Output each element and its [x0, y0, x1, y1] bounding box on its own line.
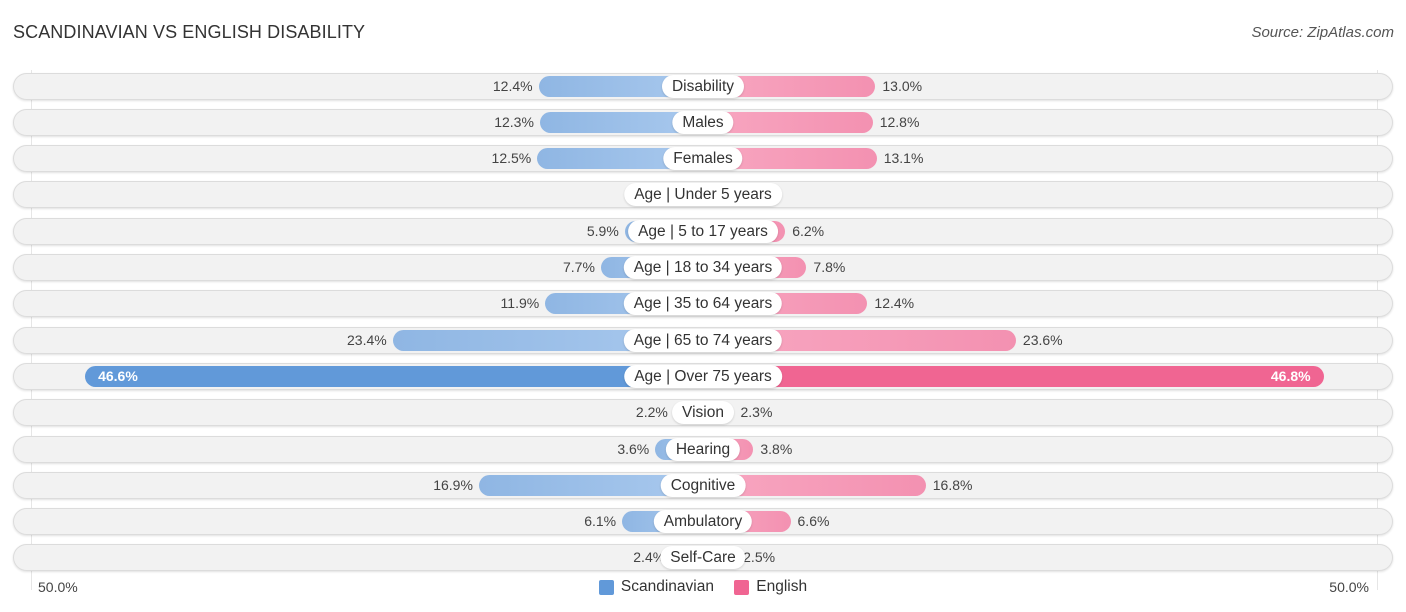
chart-area: 12.4% 13.0% Disability 12.3% 12.8% Males 12.5%… — [0, 0, 1406, 612]
value-label-english: 13.1% — [883, 150, 924, 167]
value-label-english: 12.8% — [879, 113, 920, 130]
value-label-scandinavian: 46.6% — [98, 367, 138, 384]
value-label-scandinavian: 7.7% — [562, 259, 595, 275]
value-label-english: 6.2% — [792, 222, 825, 239]
legend-label-english: English — [756, 578, 808, 595]
value-label-scandinavian: 12.5% — [491, 150, 532, 167]
category-label: Age | 35 to 64 years — [623, 292, 783, 316]
category-label: Self-Care — [660, 546, 746, 570]
category-label: Females — [663, 147, 743, 171]
value-label-english: 12.4% — [874, 295, 915, 312]
value-label-english: 6.6% — [797, 513, 830, 530]
value-label-scandinavian: 11.9% — [500, 295, 540, 312]
value-label-scandinavian: 23.4% — [347, 331, 387, 348]
category-label: Age | 65 to 74 years — [623, 328, 783, 352]
category-label: Age | Over 75 years — [624, 364, 782, 388]
legend-label-scandinavian: Scandinavian — [620, 578, 714, 595]
value-label-english: 3.8% — [760, 440, 793, 457]
bar-scandinavian[interactable] — [85, 365, 703, 387]
value-label-scandinavian: 3.6% — [617, 440, 650, 457]
legend-swatch-scandinavian — [598, 579, 614, 595]
bar-english[interactable] — [703, 365, 1324, 387]
value-label-scandinavian: 12.3% — [494, 113, 534, 130]
legend-item-scandinavian[interactable]: Scandinavian — [598, 578, 714, 596]
legend-item-english[interactable]: English — [734, 578, 807, 596]
value-label-english: 2.3% — [740, 404, 773, 421]
category-label: Age | 5 to 17 years — [628, 219, 778, 243]
value-label-english: 13.0% — [882, 77, 923, 94]
category-label: Age | 18 to 34 years — [623, 256, 783, 279]
category-label: Cognitive — [660, 473, 746, 497]
value-label-english: 46.8% — [1270, 367, 1311, 384]
value-label-scandinavian: 2.2% — [635, 404, 668, 421]
category-label: Males — [672, 110, 734, 134]
category-label: Age | Under 5 years — [624, 183, 782, 207]
category-label: Ambulatory — [653, 510, 753, 534]
value-label-english: 23.6% — [1022, 331, 1063, 348]
value-label-scandinavian: 16.9% — [433, 476, 473, 493]
value-label-scandinavian: 12.4% — [492, 77, 533, 94]
category-label: Hearing — [665, 437, 741, 461]
value-label-english: 7.8% — [813, 259, 846, 275]
value-label-scandinavian: 6.1% — [584, 513, 617, 530]
legend: Scandinavian English — [0, 578, 1406, 600]
category-label: Vision — [672, 401, 734, 425]
value-label-english: 16.8% — [932, 476, 973, 493]
value-label-english: 2.5% — [743, 549, 776, 566]
legend-swatch-english — [734, 579, 750, 595]
category-label: Disability — [661, 74, 745, 98]
value-label-scandinavian: 5.9% — [586, 222, 619, 239]
